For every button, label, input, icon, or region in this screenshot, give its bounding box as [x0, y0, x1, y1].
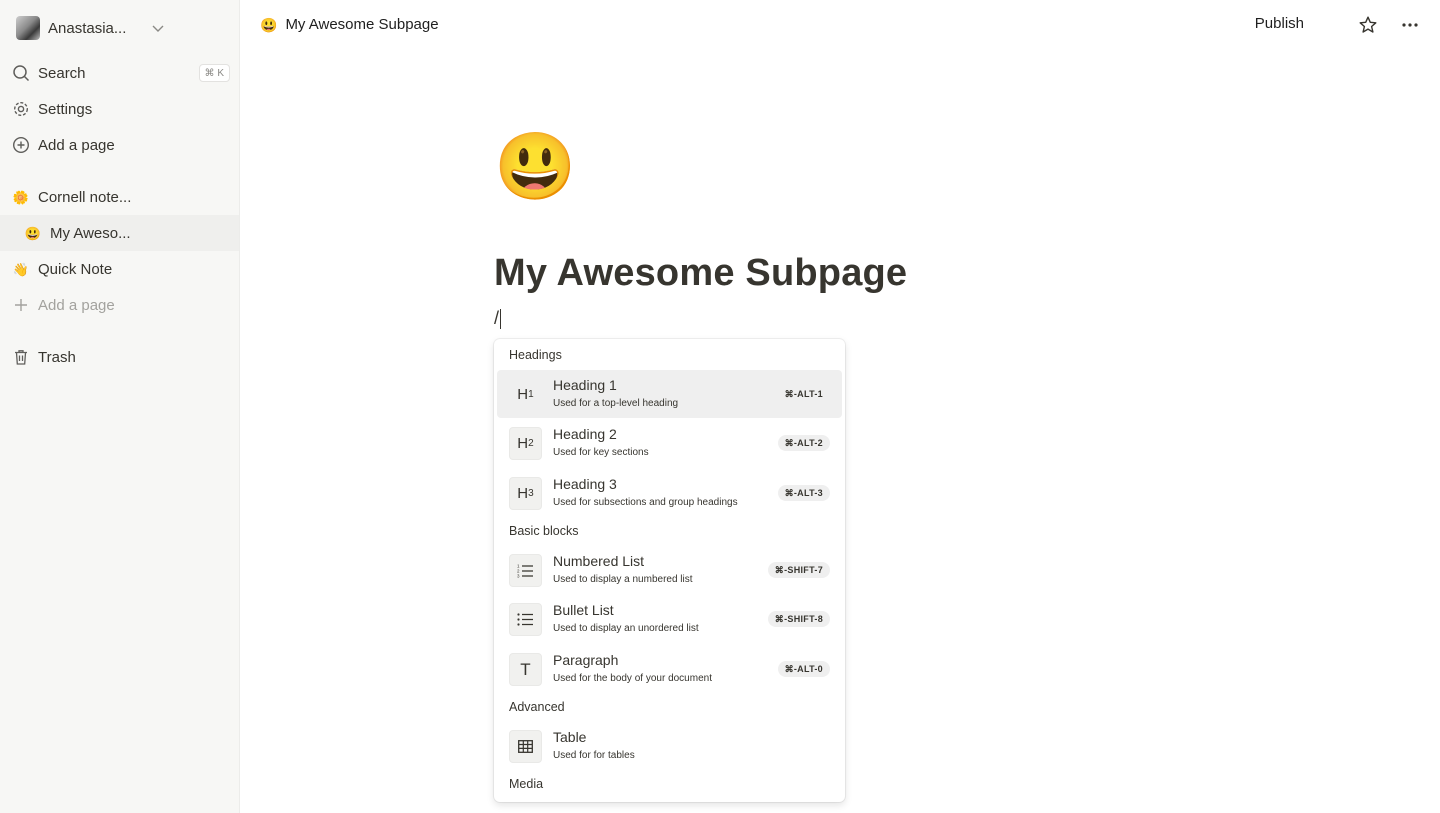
- editor-input-line[interactable]: /: [494, 308, 502, 330]
- flower-emoji-icon: 🌼: [12, 189, 30, 205]
- menu-item-paragraph[interactable]: T Paragraph Used for the body of your do…: [497, 645, 842, 693]
- more-options-icon[interactable]: [1400, 15, 1420, 35]
- sidebar-add-subpage[interactable]: Add a page: [0, 287, 239, 323]
- sidebar-settings[interactable]: Settings: [0, 91, 239, 127]
- sidebar-page-label: My Aweso...: [50, 224, 131, 242]
- sidebar-trash[interactable]: Trash: [0, 339, 239, 375]
- smiley-emoji-icon: 😃: [24, 225, 42, 241]
- menu-item-heading-2[interactable]: H2 Heading 2 Used for key sections ⌘-ALT…: [497, 419, 842, 467]
- menu-item-title: Heading 2: [553, 426, 617, 442]
- breadcrumb-title: My Awesome Subpage: [285, 16, 439, 33]
- sidebar-page-label: Quick Note: [38, 260, 113, 278]
- waving-hand-emoji-icon: 👋: [12, 261, 30, 277]
- heading-2-icon: H2: [509, 427, 542, 460]
- workspace-name: Anastasia...: [48, 19, 127, 37]
- search-icon: [12, 64, 30, 82]
- sidebar-page-label: Cornell note...: [38, 188, 132, 206]
- menu-item-title: Bullet List: [553, 602, 614, 618]
- gear-icon: [12, 100, 30, 118]
- menu-item-numbered-list[interactable]: 123 Numbered List Used to display a numb…: [497, 546, 842, 594]
- breadcrumb[interactable]: 😃 My Awesome Subpage: [260, 16, 439, 33]
- chevron-down-icon: [152, 25, 164, 32]
- menu-item-description: Used for a top-level heading: [553, 398, 679, 409]
- sidebar-page-quick-note[interactable]: 👋 Quick Note: [0, 251, 239, 287]
- sidebar: Anastasia... Search ⌘ K Settings Add a p…: [0, 0, 240, 813]
- sidebar-trash-label: Trash: [38, 348, 76, 366]
- top-bar: 😃 My Awesome Subpage Publish: [240, 0, 1440, 52]
- menu-section-basic-blocks: Basic blocks: [509, 524, 579, 538]
- page-icon[interactable]: 😃: [494, 128, 576, 204]
- numbered-list-icon: 123: [509, 554, 542, 587]
- menu-item-description: Used for subsections and group headings: [553, 497, 738, 508]
- menu-item-bullet-list[interactable]: Bullet List Used to display an unordered…: [497, 595, 842, 643]
- sidebar-page-cornell-notes[interactable]: 🌼 Cornell note...: [0, 179, 239, 215]
- menu-item-description: Used for key sections: [553, 447, 649, 458]
- menu-section-headings: Headings: [509, 348, 562, 362]
- heading-3-icon: H3: [509, 477, 542, 510]
- smiley-emoji-icon: 😃: [260, 16, 278, 33]
- star-icon[interactable]: [1358, 15, 1378, 35]
- paragraph-icon: T: [509, 653, 542, 686]
- menu-item-title: Table: [553, 729, 587, 745]
- menu-item-title: Heading 1: [553, 377, 617, 393]
- sidebar-search-label: Search: [38, 64, 86, 82]
- svg-text:3: 3: [517, 574, 520, 579]
- menu-item-shortcut: ⌘-ALT-0: [777, 661, 830, 677]
- menu-item-shortcut: ⌘-ALT-3: [777, 485, 830, 501]
- menu-item-description: Used to display an unordered list: [553, 623, 699, 634]
- menu-item-title: Numbered List: [553, 553, 645, 569]
- sidebar-search[interactable]: Search ⌘ K: [0, 55, 239, 91]
- sidebar-add-subpage-label: Add a page: [38, 296, 115, 314]
- menu-item-shortcut: ⌘-ALT-1: [784, 388, 823, 399]
- workspace-avatar: [16, 16, 40, 40]
- menu-item-heading-1[interactable]: H1 Heading 1 Used for a top-level headin…: [497, 370, 842, 418]
- menu-section-media: Media: [509, 777, 544, 791]
- sidebar-settings-label: Settings: [38, 100, 93, 118]
- menu-item-description: Used for the body of your document: [553, 673, 712, 684]
- slash-command-menu: Headings H1 Heading 1 Used for a top-lev…: [494, 339, 845, 802]
- sidebar-add-page[interactable]: Add a page: [0, 127, 239, 163]
- menu-item-title: Heading 3: [553, 476, 617, 492]
- plus-icon: [12, 296, 30, 314]
- slash-command-text: /: [494, 308, 500, 328]
- trash-icon: [12, 348, 30, 366]
- plus-circle-icon: [12, 136, 30, 154]
- text-cursor: [500, 309, 502, 330]
- menu-item-shortcut: ⌘-ALT-2: [777, 435, 830, 451]
- search-shortcut-badge: ⌘ K: [198, 64, 230, 82]
- bullet-list-icon: [509, 603, 542, 636]
- menu-item-shortcut: ⌘-SHIFT-8: [767, 611, 830, 627]
- menu-item-description: Used for for tables: [553, 750, 635, 761]
- menu-item-description: Used to display a numbered list: [553, 574, 693, 585]
- menu-section-advanced: Advanced: [509, 700, 565, 714]
- page-title[interactable]: My Awesome Subpage: [494, 252, 907, 295]
- publish-button[interactable]: Publish: [1255, 15, 1304, 32]
- heading-1-icon: H1: [517, 386, 534, 403]
- table-icon: [509, 730, 542, 763]
- workspace-switcher[interactable]: Anastasia...: [16, 16, 226, 40]
- menu-item-shortcut: ⌘-SHIFT-7: [767, 562, 830, 578]
- menu-item-title: Paragraph: [553, 652, 619, 668]
- menu-item-heading-3[interactable]: H3 Heading 3 Used for subsections and gr…: [497, 469, 842, 517]
- sidebar-page-my-awesome-subpage[interactable]: 😃 My Aweso...: [0, 215, 239, 251]
- menu-item-table[interactable]: Table Used for for tables: [497, 722, 842, 770]
- sidebar-add-page-label: Add a page: [38, 136, 115, 154]
